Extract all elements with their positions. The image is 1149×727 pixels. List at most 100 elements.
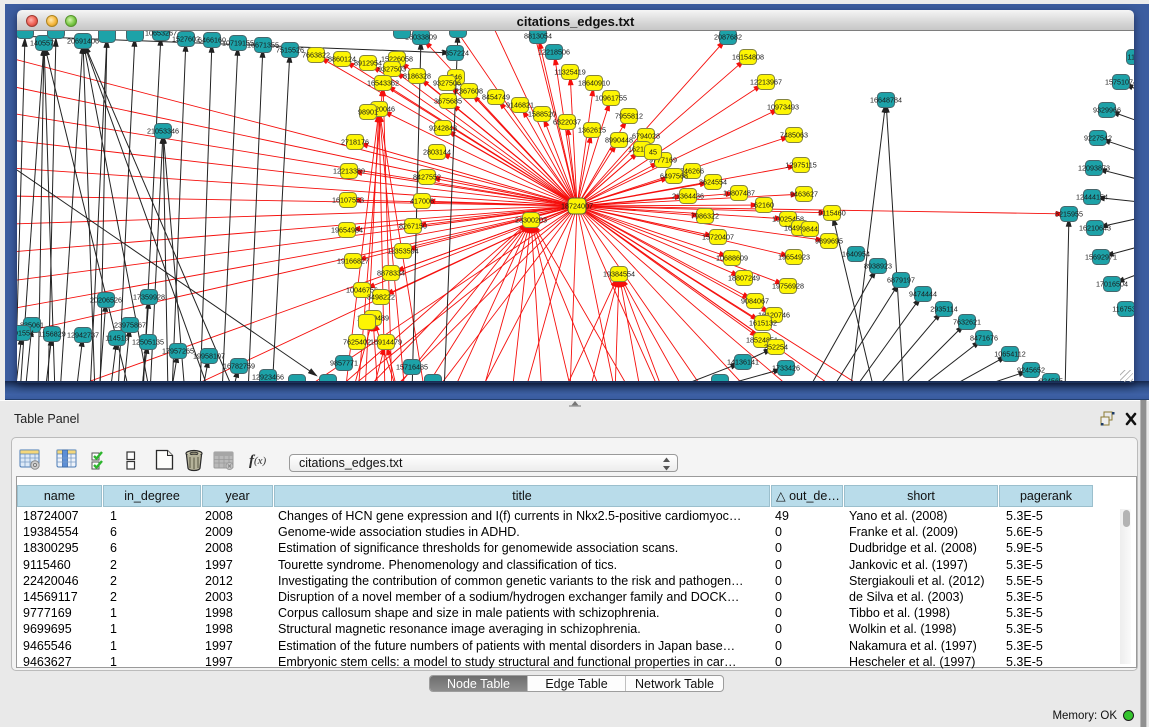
svg-text:21364436: 21364436 (672, 191, 704, 200)
svg-text:8186328: 8186328 (403, 71, 431, 80)
svg-text:12942737: 12942737 (67, 330, 99, 339)
svg-text:1362615: 1362615 (578, 125, 606, 134)
svg-text:16914479: 16914479 (370, 337, 402, 346)
svg-text:114519: 114519 (105, 333, 128, 342)
svg-text:924565: 924565 (1039, 376, 1063, 381)
svg-text:1640954: 1640954 (842, 249, 870, 258)
svg-text:10688609: 10688609 (716, 253, 748, 262)
svg-text:16671355: 16671355 (247, 40, 279, 49)
svg-text:9474444: 9474444 (909, 289, 937, 298)
svg-text:7955812: 7955812 (615, 111, 643, 120)
svg-text:10961755: 10961755 (595, 93, 627, 102)
svg-text:1405571: 1405571 (30, 38, 58, 47)
svg-text:1588520: 1588520 (528, 109, 556, 118)
svg-text:19654923: 19654923 (778, 252, 810, 261)
svg-text:16782759: 16782759 (223, 361, 255, 370)
svg-text:(x): (x) (254, 455, 267, 467)
svg-text:9245652: 9245652 (1017, 365, 1045, 374)
svg-text:12444154: 12444154 (1076, 192, 1108, 201)
svg-text:7485063: 7485063 (780, 130, 808, 139)
svg-text:1527602: 1527602 (172, 34, 200, 43)
svg-text:1615132: 1615132 (749, 318, 777, 327)
svg-text:15716485: 15716485 (396, 362, 428, 371)
svg-text:12213967: 12213967 (750, 77, 782, 86)
svg-text:2367608: 2367608 (455, 86, 483, 95)
svg-text:2935114: 2935114 (930, 304, 957, 313)
svg-text:23300203: 23300203 (515, 215, 547, 224)
svg-text:23975867: 23975867 (114, 320, 146, 329)
svg-text:2803144: 2803144 (423, 147, 451, 156)
svg-text:9146821: 9146821 (506, 100, 534, 109)
svg-text:6497568: 6497568 (660, 171, 688, 180)
svg-text:1117: 1117 (1128, 52, 1134, 61)
svg-text:9844: 9844 (802, 224, 818, 233)
svg-text:7515526: 7515526 (276, 45, 304, 54)
svg-text:19958107: 19958107 (193, 351, 225, 360)
svg-text:18807249: 18807249 (728, 273, 760, 282)
svg-text:19654984: 19654984 (331, 225, 363, 234)
svg-text:9115460: 9115460 (818, 208, 845, 217)
svg-text:7357224: 7357224 (441, 48, 469, 57)
svg-text:3624554: 3624554 (699, 177, 727, 186)
svg-text:7663822: 7663822 (302, 50, 330, 59)
svg-text:19166827: 19166827 (337, 256, 369, 265)
svg-text:21053346: 21053346 (147, 126, 179, 135)
svg-text:19756928: 19756928 (772, 281, 804, 290)
svg-text:8813054: 8813054 (524, 31, 552, 40)
svg-text:3498222: 3498222 (367, 292, 395, 301)
svg-text:6322037: 6322037 (553, 117, 581, 126)
svg-text:62160: 62160 (754, 200, 774, 209)
svg-text:8267150: 8267150 (399, 221, 427, 230)
svg-text:417006: 417006 (410, 196, 434, 205)
svg-text:2087682: 2087682 (714, 32, 742, 41)
svg-text:9899695: 9899695 (815, 236, 843, 245)
svg-text:16543362: 16543362 (367, 78, 399, 87)
svg-text:10807487: 10807487 (723, 188, 755, 197)
svg-text:8878334: 8878334 (377, 268, 405, 277)
svg-text:12923466: 12923466 (252, 372, 284, 381)
svg-text:12218506: 12218506 (538, 47, 570, 56)
svg-text:6879197: 6879197 (887, 275, 915, 284)
svg-text:7625402: 7625402 (343, 337, 371, 346)
svg-text:8860124: 8860124 (328, 54, 356, 63)
svg-text:15692971: 15692971 (1085, 252, 1117, 261)
svg-text:12975115: 12975115 (785, 160, 816, 169)
svg-text:8427552: 8427552 (413, 172, 441, 181)
svg-text:7986322: 7986322 (691, 211, 719, 220)
svg-text:12505135: 12505135 (132, 337, 164, 346)
svg-text:1156829: 1156829 (38, 329, 65, 338)
svg-text:45: 45 (649, 147, 657, 156)
svg-text:12093873: 12093873 (1078, 163, 1110, 172)
svg-text:16648784: 16648784 (870, 95, 902, 104)
svg-text:98901: 98901 (358, 107, 378, 116)
svg-text:17016504: 17016504 (1096, 279, 1128, 288)
svg-text:10654112: 10654112 (994, 349, 1025, 358)
svg-text:20691406: 20691406 (67, 36, 99, 45)
svg-text:11353594: 11353594 (387, 246, 418, 255)
svg-text:6794028: 6794028 (632, 131, 660, 140)
svg-text:17359928: 17359928 (133, 292, 165, 301)
svg-text:7632621: 7632621 (953, 317, 981, 326)
svg-text:9329966: 9329966 (1093, 105, 1121, 114)
svg-text:9463627: 9463627 (790, 189, 818, 198)
svg-text:16210643: 16210643 (1079, 223, 1111, 232)
svg-text:3675685: 3675685 (434, 96, 462, 105)
svg-text:19384554: 19384554 (603, 269, 635, 278)
svg-text:8471676: 8471676 (970, 333, 998, 342)
svg-text:11325419: 11325419 (554, 67, 585, 76)
svg-text:8938923: 8938923 (864, 261, 892, 270)
svg-text:15751074: 15751074 (1105, 77, 1134, 86)
svg-text:8990448: 8990448 (605, 135, 633, 144)
svg-text:12213389: 12213389 (333, 166, 365, 175)
svg-text:1167533: 1167533 (1112, 304, 1134, 313)
svg-text:20206526: 20206526 (90, 295, 122, 304)
svg-text:9242843: 9242843 (429, 123, 457, 132)
svg-text:8215955: 8215955 (1055, 209, 1083, 218)
svg-text:2718176: 2718176 (341, 137, 369, 146)
svg-text:1733426: 1733426 (772, 363, 800, 372)
svg-text:9327503: 9327503 (378, 64, 406, 73)
svg-text:9084067: 9084067 (741, 296, 769, 305)
svg-text:17957265: 17957265 (162, 346, 194, 355)
svg-text:9857771: 9857771 (330, 358, 358, 367)
svg-text:9227542: 9227542 (1084, 133, 1112, 142)
